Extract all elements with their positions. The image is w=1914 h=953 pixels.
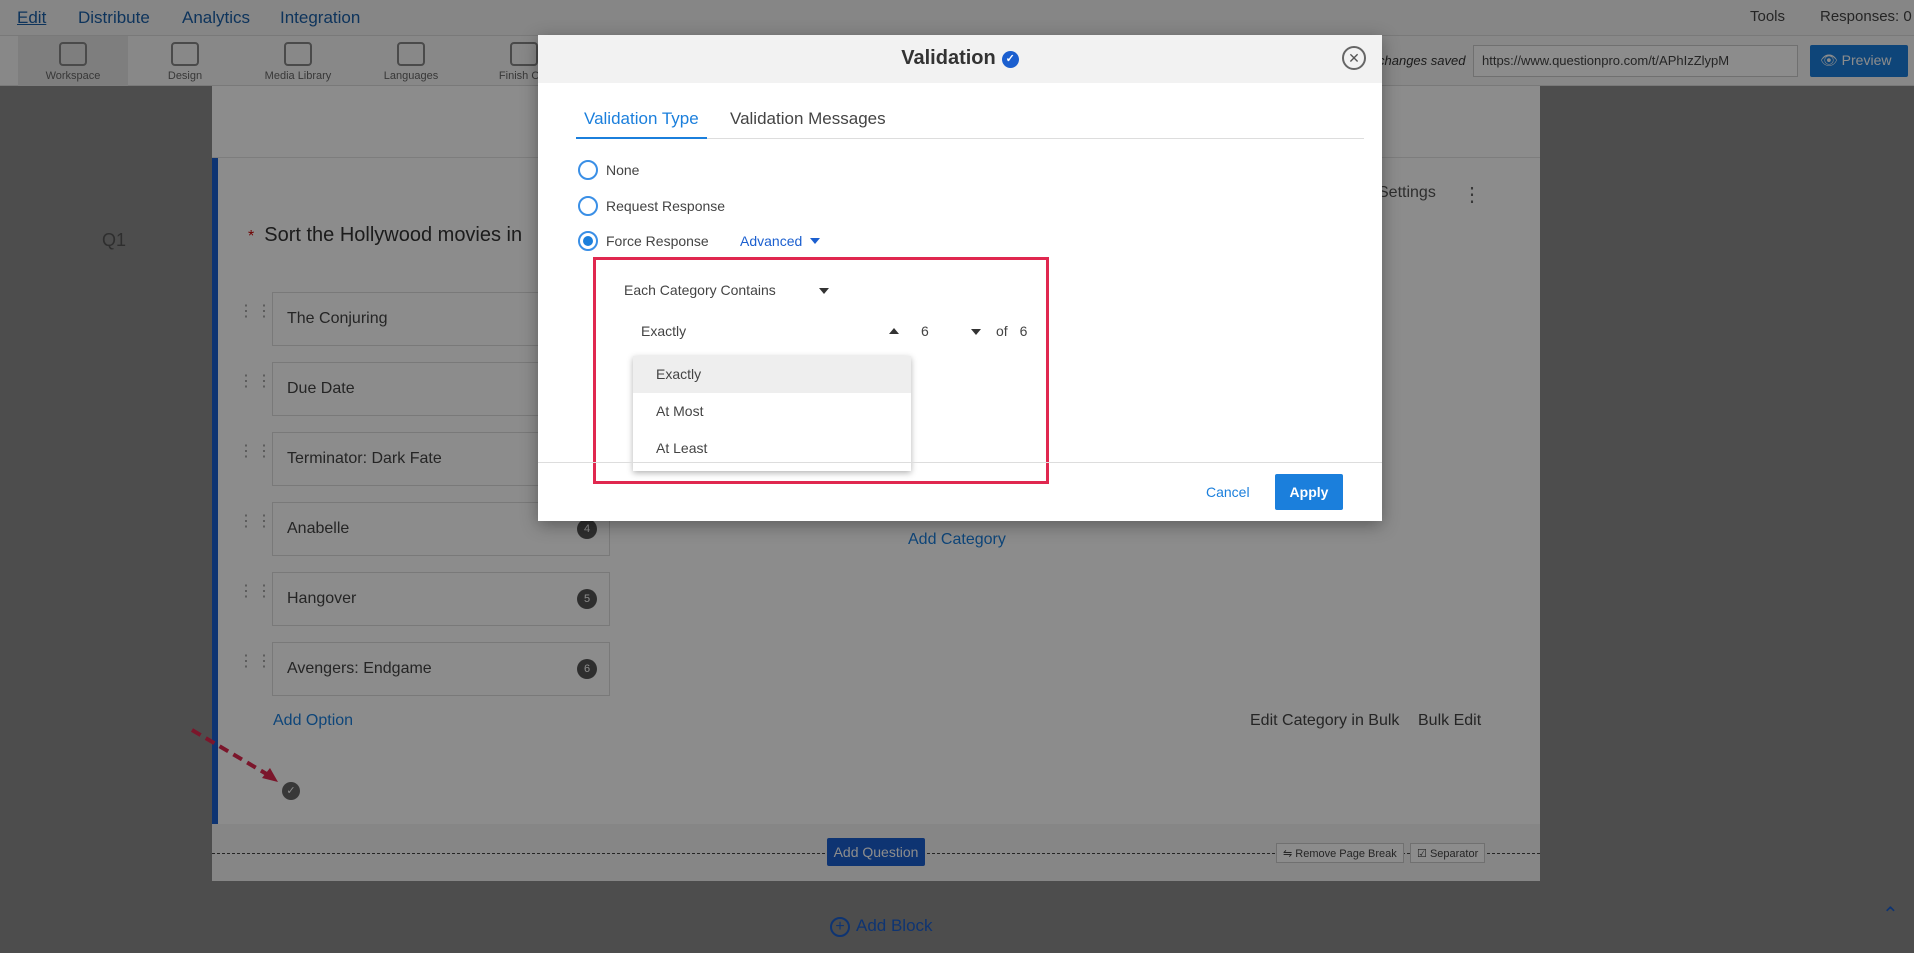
verified-badge-icon: ✓ — [1001, 51, 1019, 68]
dropdown-option-exactly[interactable]: Exactly — [633, 356, 911, 393]
close-icon[interactable]: ✕ — [1342, 46, 1366, 70]
radio-label: Request Response — [606, 198, 726, 214]
of-total-label: of 6 — [996, 323, 1027, 339]
radio-label: None — [606, 162, 640, 178]
of-total-value: 6 — [1019, 323, 1028, 339]
category-condition-value: Each Category Contains — [624, 282, 776, 298]
modal-footer-divider — [538, 462, 1382, 463]
advanced-dropdown[interactable]: Advanced — [740, 233, 821, 249]
radio-button[interactable] — [578, 160, 598, 180]
operator-dropdown-menu: Exactly At Most At Least — [633, 356, 911, 471]
count-select[interactable]: 6 — [921, 323, 981, 347]
of-label: of — [996, 323, 1008, 339]
operator-select[interactable]: Exactly — [641, 323, 901, 347]
tab-validation-messages[interactable]: Validation Messages — [722, 101, 894, 139]
radio-label: Force Response — [606, 233, 709, 249]
validation-tabs: Validation Type Validation Messages — [576, 101, 1364, 139]
caret-down-icon — [819, 288, 829, 294]
apply-button[interactable]: Apply — [1275, 474, 1343, 510]
modal-title: Validation ✓ — [538, 47, 1382, 70]
dropdown-option-at-most[interactable]: At Most — [633, 393, 911, 430]
operator-value: Exactly — [641, 323, 687, 339]
count-value: 6 — [921, 323, 929, 339]
advanced-label: Advanced — [740, 233, 803, 249]
modal-header: Validation ✓ ✕ — [538, 35, 1382, 83]
radio-button[interactable] — [578, 196, 598, 216]
tab-validation-type[interactable]: Validation Type — [576, 101, 707, 139]
modal-title-text: Validation — [901, 47, 996, 69]
caret-down-icon — [971, 329, 981, 335]
caret-up-icon — [889, 328, 899, 334]
caret-down-icon — [810, 238, 821, 244]
category-condition-select[interactable]: Each Category Contains — [624, 282, 834, 304]
cancel-button[interactable]: Cancel — [1206, 484, 1250, 500]
radio-button[interactable] — [578, 231, 598, 251]
